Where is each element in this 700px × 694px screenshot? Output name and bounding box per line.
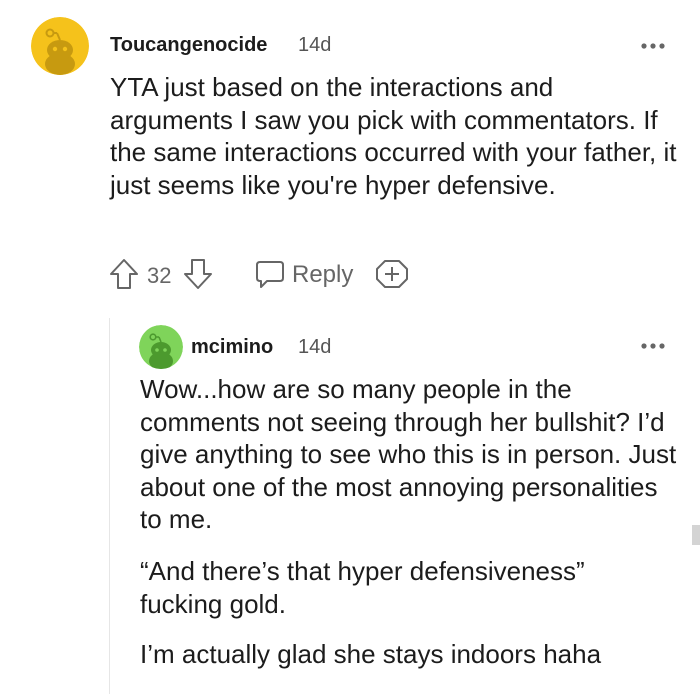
comment-paragraph: I’m actually glad she stays indoors haha — [140, 639, 602, 669]
comment-body: YTA just based on the interactions and a… — [110, 72, 677, 200]
upvote-icon[interactable] — [109, 258, 139, 290]
username[interactable]: Toucangenocide — [110, 34, 267, 57]
more-options-icon[interactable] — [640, 341, 666, 351]
scrollbar-thumb[interactable] — [692, 525, 700, 545]
vote-score: 32 — [147, 263, 172, 288]
more-options-icon[interactable] — [640, 41, 666, 51]
reply-bubble-icon[interactable] — [254, 258, 286, 290]
username[interactable]: mcimino — [191, 336, 273, 359]
comment-paragraph: Wow...how are so many people in the comm… — [140, 374, 677, 534]
downvote-icon[interactable] — [183, 258, 213, 290]
award-icon[interactable] — [375, 258, 409, 290]
comment-paragraph: “And there’s that hyper defensiveness” f… — [140, 556, 585, 619]
reply-button[interactable]: Reply — [292, 261, 353, 289]
avatar[interactable] — [31, 17, 89, 75]
timestamp: 14d — [298, 34, 332, 56]
avatar[interactable] — [139, 325, 183, 369]
thread-line[interactable] — [109, 318, 110, 694]
timestamp: 14d — [298, 336, 332, 358]
